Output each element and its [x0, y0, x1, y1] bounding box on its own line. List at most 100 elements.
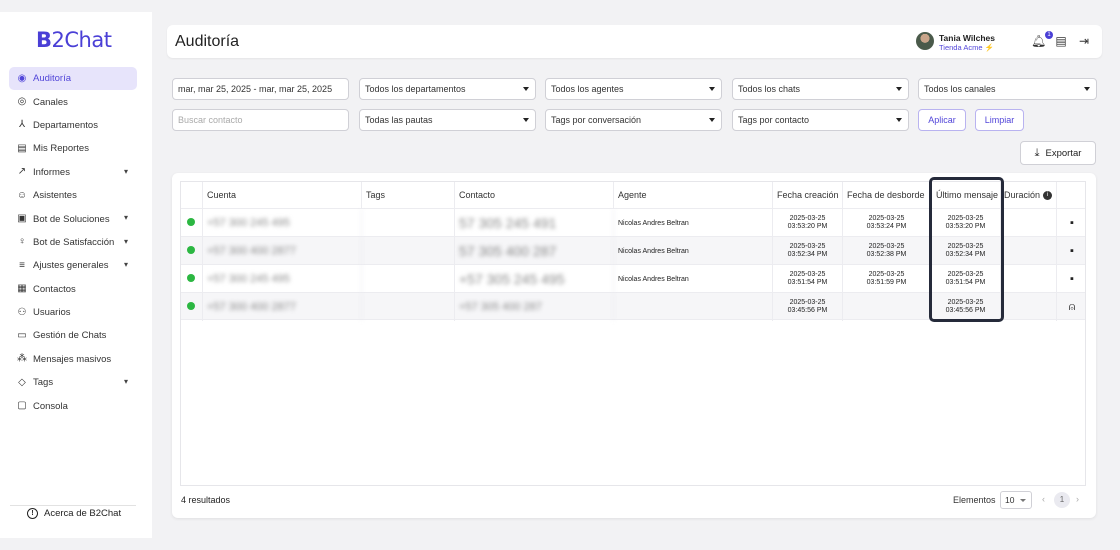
departments-select[interactable]: Todos los departamentos: [359, 78, 536, 100]
chevron-down-icon: ▾: [123, 166, 128, 176]
channels-select[interactable]: Todos los canales: [918, 78, 1097, 100]
agents-select[interactable]: Todos los agentes: [545, 78, 722, 100]
sidebar-item-auditoria[interactable]: ◉ Auditoría: [9, 67, 137, 91]
contact-tags-select[interactable]: Tags por contacto: [732, 109, 909, 131]
sidebar-item-canales[interactable]: ◎ Canales: [9, 90, 137, 113]
whatsapp-icon: [187, 274, 195, 282]
user-org[interactable]: Tienda Acme ⚡: [939, 43, 994, 52]
sidebar-item-consola[interactable]: ▢ Consola: [9, 394, 137, 417]
sidebar-item-informes[interactable]: ↗ Informes ▾: [9, 161, 137, 184]
caret-down-icon: [523, 118, 529, 122]
column-header-channel: [181, 182, 203, 208]
tags-cell: [362, 237, 455, 265]
sidebar-divider: [10, 505, 136, 506]
sidebar-item-contactos[interactable]: ▦ Contactos: [9, 278, 137, 301]
results-count: 4 resultados: [181, 495, 231, 505]
sidebar-item-bot-soluciones[interactable]: ▣ Bot de Soluciones ▾: [9, 207, 137, 230]
download-icon: ⤓: [1034, 146, 1040, 159]
conversation-tags-select[interactable]: Tags por conversación: [545, 109, 722, 131]
sidebar-item-asistentes[interactable]: ☺ Asistentes: [9, 184, 137, 207]
sidebar-item-departamentos[interactable]: ⅄ Departamentos: [9, 114, 137, 137]
robot-icon: ☺: [16, 189, 28, 201]
fecha-creacion-cell: 2025-03-25 03:45:56 PM: [773, 293, 843, 321]
column-header-fecha-desborde[interactable]: Fecha de desborde: [843, 182, 931, 208]
sidebar-item-tags[interactable]: ◇ Tags ▾: [9, 371, 137, 394]
column-header-cuenta[interactable]: Cuenta: [203, 182, 362, 208]
info-icon[interactable]: i: [1043, 190, 1053, 200]
contacto-cell: 57 305 245 491: [455, 209, 614, 237]
tags-cell: [362, 265, 455, 293]
contacto-cell: +57 305 400 287: [455, 293, 614, 321]
hierarchy-icon: ⅄: [18, 119, 26, 131]
chat-bubble-icon[interactable]: ▪︎: [1057, 209, 1085, 237]
b2chat-logo[interactable]: B2Chat: [36, 28, 112, 52]
contacto-cell: +57 305 245 495: [455, 265, 614, 293]
whatsapp-icon: [187, 218, 195, 226]
elements-label: Elementos: [953, 495, 996, 505]
ultimo-mensaje-cell: 2025-03-25 03:51:54 PM: [931, 265, 1001, 293]
about-link[interactable]: ! Acerca de B2Chat: [27, 508, 121, 519]
fecha-creacion-cell: 2025-03-25 03:52:34 PM: [773, 237, 843, 265]
column-header-actions: [1057, 182, 1085, 208]
ultimo-mensaje-cell: 2025-03-25 03:52:34 PM: [931, 237, 1001, 265]
bell-icon[interactable]: 🔔︎: [1031, 35, 1046, 48]
bulb-icon: ♀: [18, 236, 26, 248]
chat-bubble-icon[interactable]: ▪︎: [1057, 265, 1085, 293]
sliders-icon: ≡: [19, 259, 25, 271]
bot-icon[interactable]: ⍝: [1057, 293, 1085, 321]
cuenta-cell: +57 300 400 2877: [203, 237, 362, 265]
info-icon: !: [27, 508, 38, 519]
page-number[interactable]: 1: [1054, 492, 1070, 508]
caret-down-icon: [709, 87, 715, 91]
table-row[interactable]: +57 300 400 2877 +57 305 400 287 2025-03…: [181, 292, 1085, 321]
page-size-select[interactable]: 10: [1000, 491, 1032, 509]
notification-badge: 1: [1045, 31, 1053, 39]
fecha-desborde-cell: 2025-03-25 03:51:59 PM: [843, 265, 931, 293]
column-header-tags[interactable]: Tags: [362, 182, 455, 208]
audit-table: Cuenta Tags Contacto Agente Fecha creaci…: [180, 181, 1086, 486]
date-range-picker[interactable]: mar, mar 25, 2025 - mar, mar 25, 2025: [172, 78, 349, 100]
chats-icon: ▭: [17, 329, 27, 341]
chat-bubble-icon[interactable]: ▪︎: [1057, 237, 1085, 265]
contacts-icon: ▦: [17, 283, 27, 295]
caret-down-icon: [1084, 87, 1090, 91]
caret-down-icon: [523, 87, 529, 91]
column-header-agente[interactable]: Agente: [614, 182, 773, 208]
logout-icon[interactable]: ⇥: [1077, 35, 1091, 48]
duracion-cell: [1001, 237, 1057, 265]
sidebar-item-usuarios[interactable]: ⚇ Usuarios: [9, 301, 137, 324]
sidebar-item-mensajes-masivos[interactable]: ⁂ Mensajes masivos: [9, 348, 137, 371]
clear-button[interactable]: Limpiar: [975, 109, 1024, 131]
table-row[interactable]: +57 300 245 495 +57 305 245 495 Nicolas …: [181, 264, 1085, 293]
sidebar-item-bot-satisfaccion[interactable]: ♀ Bot de Satisfacción ▾: [9, 231, 137, 254]
avatar[interactable]: [916, 32, 934, 50]
column-header-fecha-creacion[interactable]: Fecha creación: [773, 182, 843, 208]
tag-icon: ◇: [18, 376, 26, 388]
fecha-creacion-cell: 2025-03-25 03:51:54 PM: [773, 265, 843, 293]
column-header-ultimo-mensaje[interactable]: Último mensaje: [931, 182, 1001, 208]
duracion-cell: [1001, 293, 1057, 321]
apply-button[interactable]: Aplicar: [918, 109, 966, 131]
sidebar-item-gestion-chats[interactable]: ▭ Gestión de Chats: [9, 324, 137, 347]
chevron-down-icon: ▾: [123, 236, 128, 246]
user-name[interactable]: Tania Wilches: [939, 33, 995, 43]
sidebar-item-ajustes-generales[interactable]: ≡ Ajustes generales ▾: [9, 254, 137, 277]
caret-down-icon: [896, 118, 902, 122]
chats-select[interactable]: Todos los chats: [732, 78, 909, 100]
column-header-duracion[interactable]: Duración i: [1001, 182, 1057, 208]
chevron-down-icon: ▾: [123, 377, 128, 387]
export-button[interactable]: ⤓ Exportar: [1020, 141, 1096, 165]
caret-down-icon: [709, 118, 715, 122]
ultimo-mensaje-cell: 2025-03-25 03:45:56 PM: [931, 293, 1001, 321]
next-page-icon[interactable]: ›: [1076, 494, 1079, 504]
sidebar-item-mis-reportes[interactable]: ▤ Mis Reportes: [9, 137, 137, 160]
prev-page-icon[interactable]: ‹: [1042, 494, 1045, 504]
column-header-contacto[interactable]: Contacto: [455, 182, 614, 208]
page-header: Auditoría Tania Wilches Tienda Acme ⚡: [167, 25, 1102, 58]
table-row[interactable]: +57 300 400 2877 57 305 400 287 Nicolas …: [181, 236, 1085, 265]
table-row[interactable]: +57 300 245 495 57 305 245 491 Nicolas A…: [181, 208, 1085, 237]
message-icon[interactable]: ▤: [1054, 35, 1068, 48]
search-contact-input[interactable]: Buscar contacto: [172, 109, 349, 131]
duracion-cell: [1001, 265, 1057, 293]
guidelines-select[interactable]: Todas las pautas: [359, 109, 536, 131]
